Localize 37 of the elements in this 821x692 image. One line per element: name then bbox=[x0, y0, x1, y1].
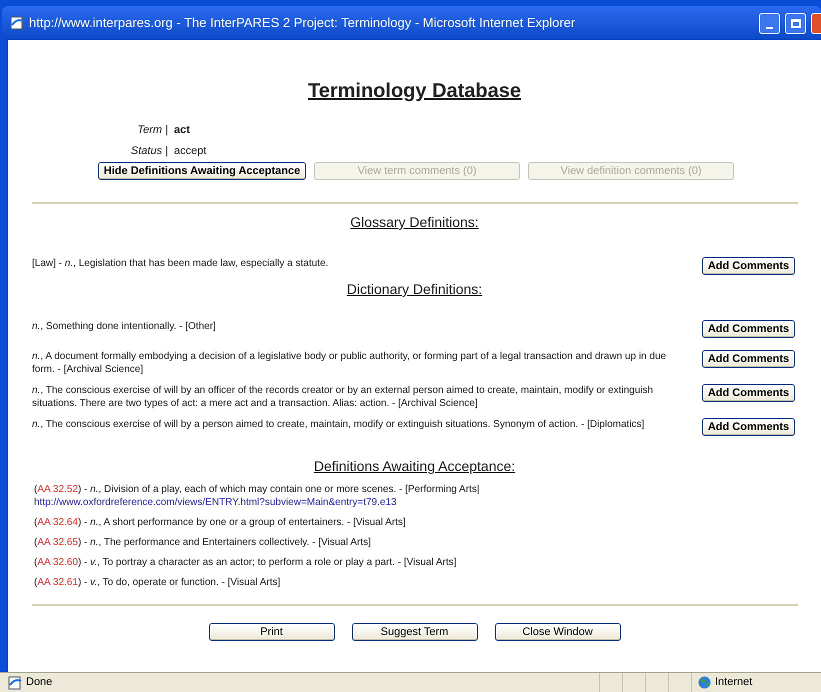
add-comments-button[interactable]: Add Comments bbox=[702, 418, 795, 436]
section-heading: Dictionary Definitions: bbox=[346, 280, 482, 299]
action-button[interactable]: Print bbox=[208, 623, 334, 641]
close-button[interactable] bbox=[811, 12, 821, 34]
add-comments-button[interactable]: Add Comments bbox=[702, 350, 795, 368]
zone-text: Internet bbox=[715, 675, 752, 690]
maximize-button[interactable] bbox=[785, 12, 806, 34]
section-heading: Glossary Definitions: bbox=[350, 213, 479, 232]
action-button[interactable]: Suggest Term bbox=[352, 623, 478, 641]
field-value: accept bbox=[174, 144, 206, 158]
add-comments-button[interactable]: Add Comments bbox=[702, 384, 795, 402]
status-text: Done bbox=[26, 675, 54, 690]
field-label: Status | bbox=[130, 144, 169, 158]
definition-text: [Law] - n., Legislation that has been made law, especially a statute. bbox=[32, 257, 330, 270]
definition-text: n., A document formally embodying a decision of a legislative body or public authority, or forming part of a legal transaction and drawn up in due form. - [Archival Science] bbox=[32, 350, 668, 376]
add-comments-button[interactable]: Add Comments bbox=[702, 257, 795, 275]
definition-text: n., The conscious exercise of will by an officer of the records creator or by an external person aimed to create, maintain, modify or extinguish situations. There are two types of act: a mere act and a transaction. Alias: action. - [Archival Science] bbox=[32, 384, 654, 410]
action-button[interactable]: Close Window bbox=[494, 623, 620, 641]
minimize-button[interactable] bbox=[759, 12, 780, 34]
section-heading: Definitions Awaiting Acceptance: bbox=[314, 457, 516, 476]
definition-text: (AA 32.60) - v., To portray a character as an actor; to perform a role or play a part. - [Visual Arts] bbox=[34, 556, 458, 569]
page-icon bbox=[8, 676, 22, 690]
toolbar-button[interactable]: Hide Definitions Awaiting Acceptance bbox=[98, 162, 306, 180]
add-comments-button[interactable]: Add Comments bbox=[702, 320, 795, 338]
field-value: act bbox=[174, 123, 190, 138]
page-title: Terminology Database bbox=[308, 79, 522, 104]
reference-link[interactable]: http://www.oxfordreference.com/views/ENTRY.html?subview=Main&entry=t79.e13 bbox=[34, 496, 821, 509]
definition-text: (AA 32.52) - n., Division of a play, each of which may contain one or more scenes. - [Performing Arts| bbox=[34, 483, 480, 496]
window-title: http://www.interpares.org - The InterPARES 2 Project: Terminology - Microsoft Internet Explorer bbox=[29, 14, 576, 32]
definition-text: (AA 32.61) - v., To do, operate or function. - [Visual Arts] bbox=[34, 576, 282, 589]
definition-text: (AA 32.65) - n., The performance and Entertainers collectively. - [Visual Arts] bbox=[34, 536, 372, 549]
field-label: Term | bbox=[136, 123, 169, 138]
globe-icon bbox=[698, 676, 711, 689]
definition-text: n., Something done intentionally. - [Other] bbox=[32, 320, 217, 333]
definition-text: n., The conscious exercise of will by a person aimed to create, maintain, modify or extinguish situations. Synonym of action. - [Diplomatics] bbox=[32, 418, 646, 431]
definition-text: (AA 32.64) - n., A short performance by one or a group of entertainers. - [Visual Arts] bbox=[34, 516, 407, 529]
page-icon bbox=[10, 16, 24, 30]
